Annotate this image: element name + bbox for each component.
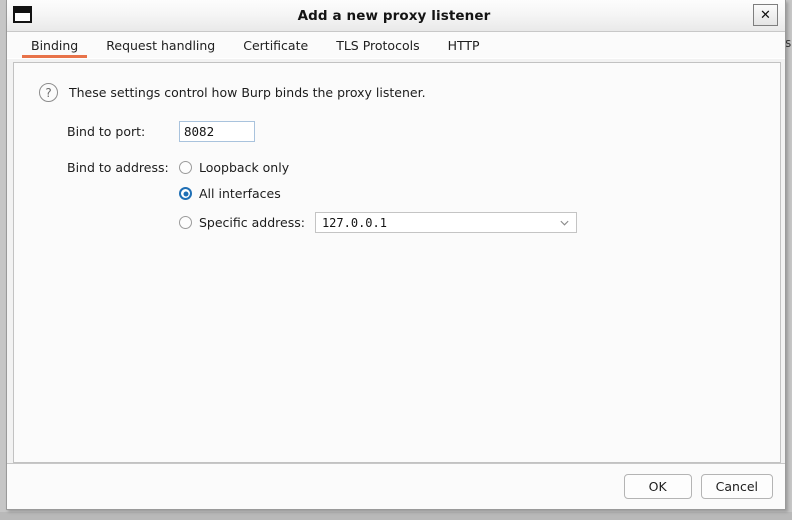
info-banner: ? These settings control how Burp binds … <box>39 83 764 102</box>
tab-binding[interactable]: Binding <box>17 32 92 58</box>
bind-to-port-input[interactable] <box>179 121 255 142</box>
binding-form: Bind to port: Bind to address: Loopback … <box>67 121 764 233</box>
radio-row-all-interfaces: All interfaces <box>67 186 764 201</box>
close-icon[interactable]: ✕ <box>753 4 778 26</box>
tab-request-handling[interactable]: Request handling <box>92 32 229 58</box>
radio-row-loopback: Bind to address: Loopback only <box>67 160 764 175</box>
question-mark-icon: ? <box>39 83 58 102</box>
radio-loopback-only[interactable] <box>179 161 192 174</box>
info-text: These settings control how Burp binds th… <box>69 85 426 100</box>
ok-button[interactable]: OK <box>623 474 692 499</box>
dialog-footer: OK Cancel <box>7 463 785 509</box>
chevron-down-icon <box>560 220 569 226</box>
bind-to-port-label: Bind to port: <box>67 124 146 139</box>
specific-address-select[interactable]: 127.0.0.1 <box>314 212 577 233</box>
tab-bar: Binding Request handling Certificate TLS… <box>7 32 785 59</box>
binding-panel: ? These settings control how Burp binds … <box>13 62 781 463</box>
radio-label-specific-address[interactable]: Specific address: <box>199 215 305 230</box>
tab-certificate[interactable]: Certificate <box>229 32 322 58</box>
radio-specific-address[interactable] <box>179 216 192 229</box>
bind-to-address-group: Bind to address: Loopback only All inter… <box>67 160 764 233</box>
radio-label-loopback-only[interactable]: Loopback only <box>199 160 289 175</box>
window-icon <box>13 6 32 23</box>
cancel-button[interactable]: Cancel <box>700 474 773 499</box>
specific-address-value: 127.0.0.1 <box>321 215 387 230</box>
content-wrapper: ? These settings control how Burp binds … <box>7 59 785 463</box>
dialog-titlebar: Add a new proxy listener ✕ <box>7 0 785 32</box>
radio-all-interfaces[interactable] <box>179 187 192 200</box>
add-proxy-listener-dialog: Add a new proxy listener ✕ Binding Reque… <box>6 0 786 510</box>
radio-label-all-interfaces[interactable]: All interfaces <box>199 186 281 201</box>
tab-http[interactable]: HTTP <box>434 32 494 58</box>
dialog-title: Add a new proxy listener <box>297 7 491 24</box>
tab-tls-protocols[interactable]: TLS Protocols <box>322 32 433 58</box>
bind-to-port-row: Bind to port: <box>67 121 764 142</box>
bind-to-address-label: Bind to address: <box>67 160 169 175</box>
radio-row-specific-address: Specific address: 127.0.0.1 <box>67 212 764 233</box>
